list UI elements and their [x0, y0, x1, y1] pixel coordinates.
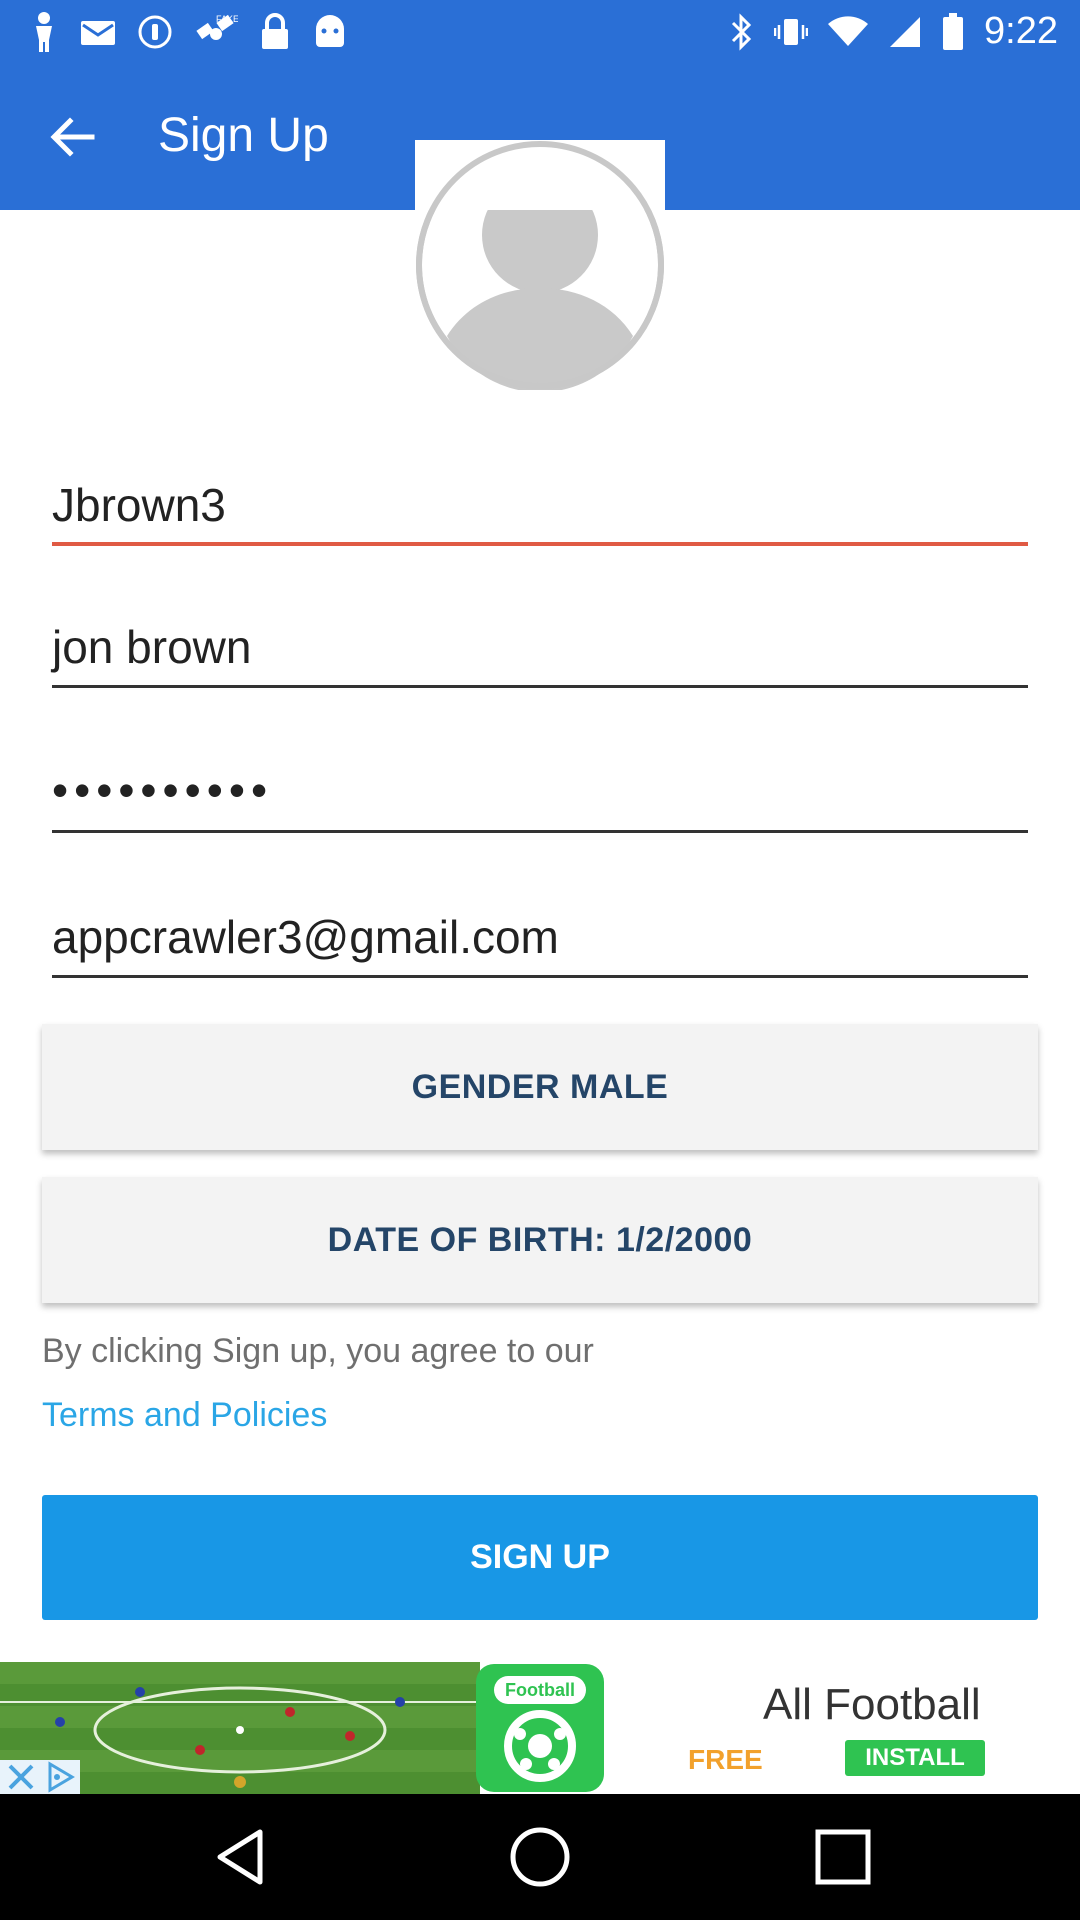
- wifi-icon: [828, 15, 869, 46]
- ad-choices-icon[interactable]: [44, 1760, 78, 1794]
- profile-photo-picker[interactable]: [415, 140, 665, 393]
- email-underline: [52, 975, 1028, 978]
- terms-link[interactable]: Terms and Policies: [42, 1396, 327, 1435]
- info-icon: [138, 15, 172, 49]
- android-icon: [316, 15, 344, 47]
- username-value: Jbrown3: [52, 479, 226, 531]
- svg-text:FAKE: FAKE: [216, 14, 238, 24]
- status-icons-left: FAKE: [30, 12, 348, 52]
- ad-install-button[interactable]: INSTALL: [845, 1740, 985, 1776]
- nav-recents-button[interactable]: [810, 1824, 876, 1890]
- gender-button[interactable]: GENDER MALE: [42, 1024, 1038, 1150]
- agreement-text: By clicking Sign up, you agree to our: [42, 1332, 594, 1370]
- back-button[interactable]: [40, 105, 104, 169]
- password-underline: [52, 830, 1028, 833]
- mail-icon: [81, 21, 115, 45]
- ad-app-logo: Football: [476, 1664, 604, 1792]
- password-field[interactable]: ••••••••••: [52, 763, 1028, 833]
- soccer-ball-icon: [504, 1710, 576, 1782]
- sign-up-button[interactable]: SIGN UP: [42, 1495, 1038, 1620]
- nav-back-button[interactable]: [208, 1824, 274, 1890]
- bluetooth-icon: [731, 12, 752, 51]
- username-underline: [52, 542, 1028, 546]
- date-of-birth-button[interactable]: DATE OF BIRTH: 1/2/2000: [42, 1177, 1038, 1303]
- ad-title: All Football: [763, 1680, 981, 1729]
- signal-icon: [890, 16, 921, 47]
- full-name-field[interactable]: jon brown: [52, 618, 1028, 688]
- status-bar: FAKE 9:22: [0, 0, 1080, 66]
- recents-square-icon: [815, 1829, 871, 1885]
- full-name-underline: [52, 685, 1028, 688]
- battery-icon: [943, 12, 964, 50]
- ad-banner[interactable]: Football All Football FREE INSTALL: [0, 1662, 1080, 1794]
- email-field[interactable]: appcrawler3@gmail.com: [52, 908, 1028, 978]
- ad-choices-close[interactable]: [0, 1760, 80, 1794]
- password-value: ••••••••••: [52, 764, 274, 816]
- nav-home-button[interactable]: [507, 1824, 573, 1890]
- ad-free-label: FREE: [688, 1744, 763, 1775]
- status-time: 9:22: [984, 10, 1058, 52]
- full-name-value: jon brown: [52, 621, 252, 673]
- home-circle-icon: [510, 1827, 570, 1887]
- system-nav-bar: [0, 1794, 1080, 1920]
- email-value: appcrawler3@gmail.com: [52, 911, 559, 963]
- username-field[interactable]: Jbrown3: [52, 476, 1028, 546]
- page-title: Sign Up: [158, 109, 329, 162]
- close-icon[interactable]: [4, 1760, 38, 1794]
- arrow-back-icon: [50, 117, 95, 157]
- person-icon: [36, 12, 52, 52]
- vibrate-icon: [774, 18, 809, 45]
- satellite-icon: FAKE: [196, 14, 238, 40]
- back-triangle-icon: [217, 1829, 263, 1885]
- lock-icon: [262, 13, 288, 49]
- status-icons-right: 9:22: [730, 10, 1058, 53]
- avatar-placeholder-icon: [415, 140, 665, 393]
